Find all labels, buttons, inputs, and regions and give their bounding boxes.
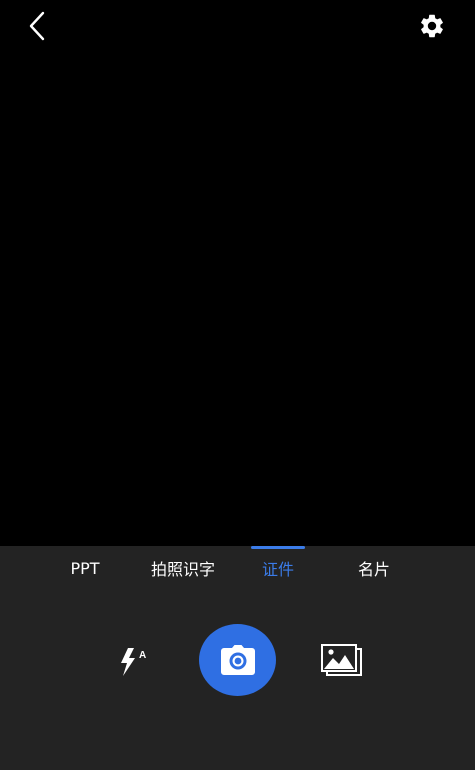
gallery-button[interactable] [320,643,364,679]
tab-ppt[interactable]: PPT [55,546,115,590]
shutter-button[interactable] [199,624,276,696]
flash-auto-icon: A [121,648,146,676]
mode-tabs: PPT 拍照识字 证件 名片 [0,546,475,590]
camera-icon [220,645,255,675]
back-button[interactable] [18,8,54,44]
flash-mode-letter: A [139,650,146,661]
flash-auto-button[interactable]: A [114,644,154,680]
chevron-left-icon [29,11,45,41]
camera-control-panel: PPT 拍照识字 证件 名片 A [0,546,475,770]
tab-id-document[interactable]: 证件 [248,546,308,590]
camera-viewfinder [0,0,475,546]
tab-business-card[interactable]: 名片 [344,546,404,590]
gallery-icon [321,644,362,676]
settings-button[interactable] [414,8,450,44]
gear-icon [421,14,443,38]
tab-photo-ocr[interactable]: 拍照识字 [140,546,226,590]
